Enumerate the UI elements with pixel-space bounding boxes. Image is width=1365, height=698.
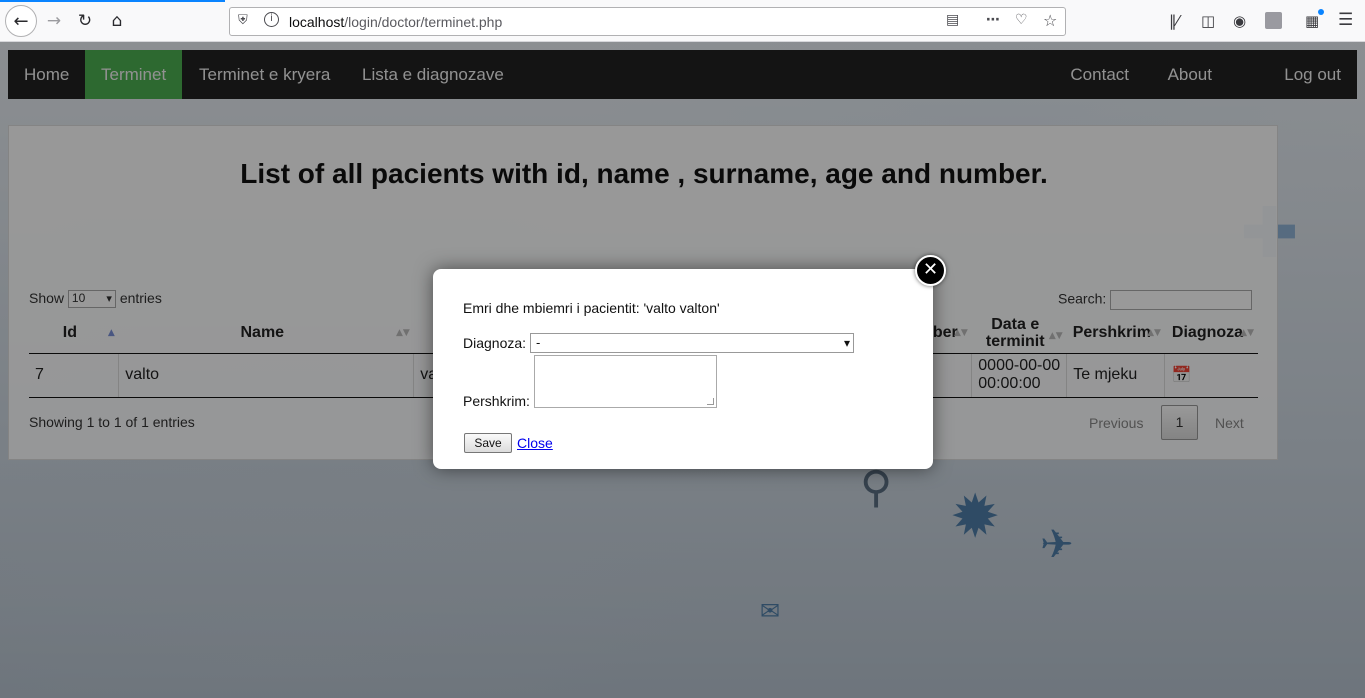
menu-icon[interactable]: ☰ xyxy=(1338,10,1353,30)
avatar[interactable] xyxy=(1265,12,1282,29)
save-button[interactable]: Save xyxy=(464,433,512,453)
extensions-icon[interactable]: ▦ xyxy=(1305,9,1325,30)
diagnoza-select[interactable]: - xyxy=(530,333,854,353)
browser-toolbar: ← → ↻ ⌂ ⛨ i localhost/login/doctor/termi… xyxy=(0,0,1365,42)
star-icon[interactable]: ☆ xyxy=(1043,11,1057,30)
pershkrim-label: Pershkrim: xyxy=(463,393,530,409)
close-icon[interactable]: ✕ xyxy=(915,255,946,286)
diagnosis-modal: ✕ Emri dhe mbiemri i pacientit: 'valto v… xyxy=(433,255,946,469)
sidebar-icon[interactable]: ◫ xyxy=(1201,12,1215,30)
account-icon[interactable]: ◉ xyxy=(1233,12,1246,30)
active-tab-indicator xyxy=(0,0,225,2)
library-icon[interactable]: ‖⁄ xyxy=(1169,12,1179,30)
url-bar[interactable]: ⛨ i localhost/login/doctor/terminet.php … xyxy=(229,7,1066,36)
reload-icon[interactable]: ↻ xyxy=(71,7,99,35)
pocket-icon[interactable]: ♡ xyxy=(1015,12,1028,28)
back-icon[interactable]: ← xyxy=(5,5,37,37)
url-text[interactable]: localhost/login/doctor/terminet.php xyxy=(289,14,502,30)
home-icon[interactable]: ⌂ xyxy=(103,7,131,35)
info-icon[interactable]: i xyxy=(264,12,279,27)
reader-icon[interactable]: ▤ xyxy=(946,12,959,28)
close-link[interactable]: Close xyxy=(517,435,553,451)
forward-icon[interactable]: → xyxy=(40,7,68,35)
patient-name-text: Emri dhe mbiemri i pacientit: 'valto val… xyxy=(463,300,720,316)
more-icon[interactable]: ⋯ xyxy=(986,12,1000,28)
pershkrim-textarea[interactable] xyxy=(534,355,717,408)
shield-icon[interactable]: ⛨ xyxy=(238,13,248,28)
diagnoza-label: Diagnoza: xyxy=(463,335,527,351)
